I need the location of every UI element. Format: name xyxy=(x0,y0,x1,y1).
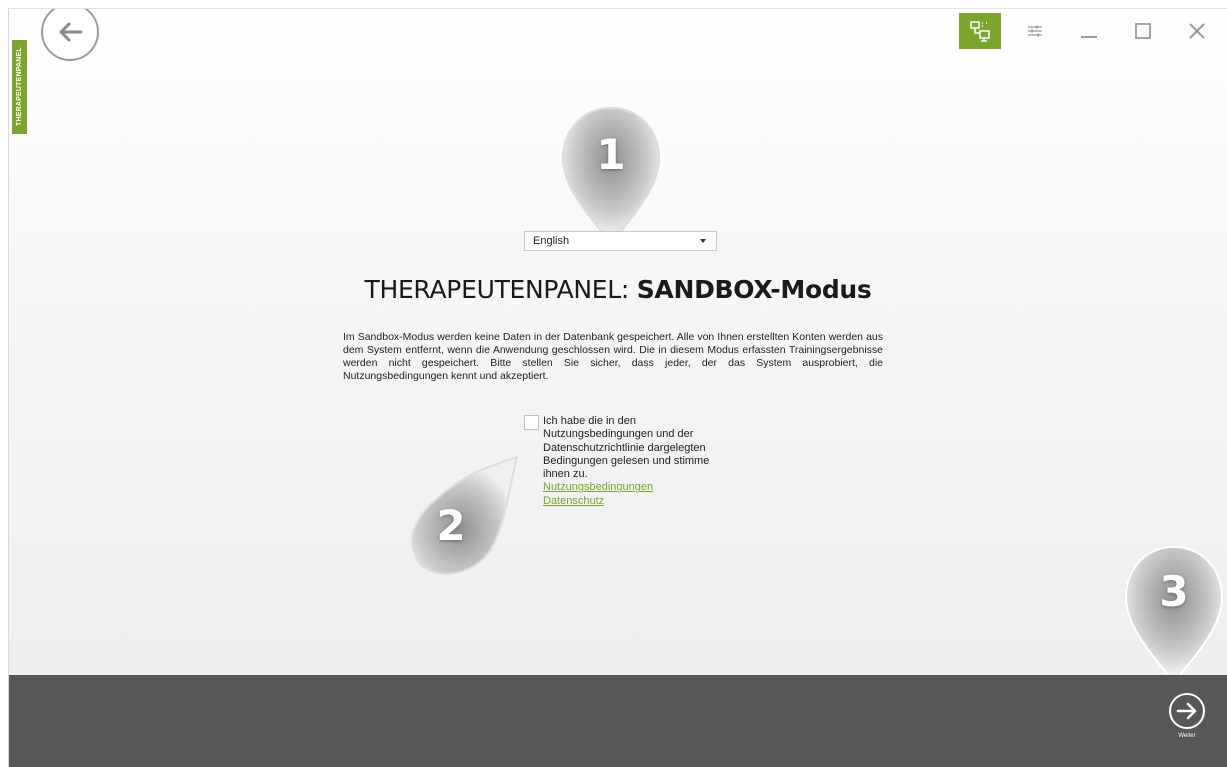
step-marker-3: 3 xyxy=(1122,543,1226,689)
network-mode-button[interactable] xyxy=(959,13,1001,49)
therapist-panel-tab-label: THERAPEUTENPANEL xyxy=(16,47,23,127)
step-marker-1: 1 xyxy=(559,104,663,250)
step-marker-2-number: 2 xyxy=(436,501,466,550)
minimize-icon xyxy=(1081,36,1097,38)
forward-arrow-icon xyxy=(1176,702,1197,720)
back-arrow-icon xyxy=(59,22,83,42)
window-toolbar xyxy=(959,13,1217,49)
dropdown-arrow-icon xyxy=(700,239,706,243)
consent-text: Ich habe die in den Nutzungsbedingungen … xyxy=(543,415,710,481)
page-title-mode: SANDBOX-Modus xyxy=(636,275,872,304)
therapist-panel-tab[interactable]: THERAPEUTENPANEL xyxy=(12,40,27,134)
language-select[interactable]: English xyxy=(524,231,717,251)
language-select-value: English xyxy=(533,235,570,247)
maximize-icon xyxy=(1135,23,1151,39)
terms-consent-checkbox[interactable] xyxy=(524,415,539,430)
app-window: THERAPEUTENPANEL 1 2 3 English THERAPEUT… xyxy=(8,8,1227,767)
close-icon xyxy=(1189,23,1205,39)
page-title: THERAPEUTENPANEL: SANDBOX-Modus xyxy=(9,275,1227,304)
step-marker-3-number: 3 xyxy=(1159,567,1189,616)
back-button[interactable] xyxy=(41,9,99,61)
step-marker-2: 2 xyxy=(399,449,519,579)
minimize-button[interactable] xyxy=(1069,13,1109,49)
step-marker-1-number: 1 xyxy=(596,130,626,179)
close-button[interactable] xyxy=(1177,13,1217,49)
monitor-network-icon xyxy=(970,21,990,42)
page-title-prefix: THERAPEUTENPANEL: xyxy=(364,275,637,304)
footer-bar: Weiter xyxy=(9,675,1227,767)
terms-link[interactable]: Nutzungsbedingungen xyxy=(543,481,733,494)
next-button-label: Weiter xyxy=(1178,733,1196,739)
consent-text-block: Ich habe die in den Nutzungsbedingungen … xyxy=(543,415,733,508)
settings-sliders-icon xyxy=(1028,25,1042,37)
sandbox-description: Im Sandbox-Modus werden keine Daten in d… xyxy=(343,331,883,382)
next-button[interactable] xyxy=(1169,693,1205,729)
privacy-link[interactable]: Datenschutz xyxy=(543,495,733,508)
settings-button[interactable] xyxy=(1015,13,1055,49)
maximize-button[interactable] xyxy=(1123,13,1163,49)
